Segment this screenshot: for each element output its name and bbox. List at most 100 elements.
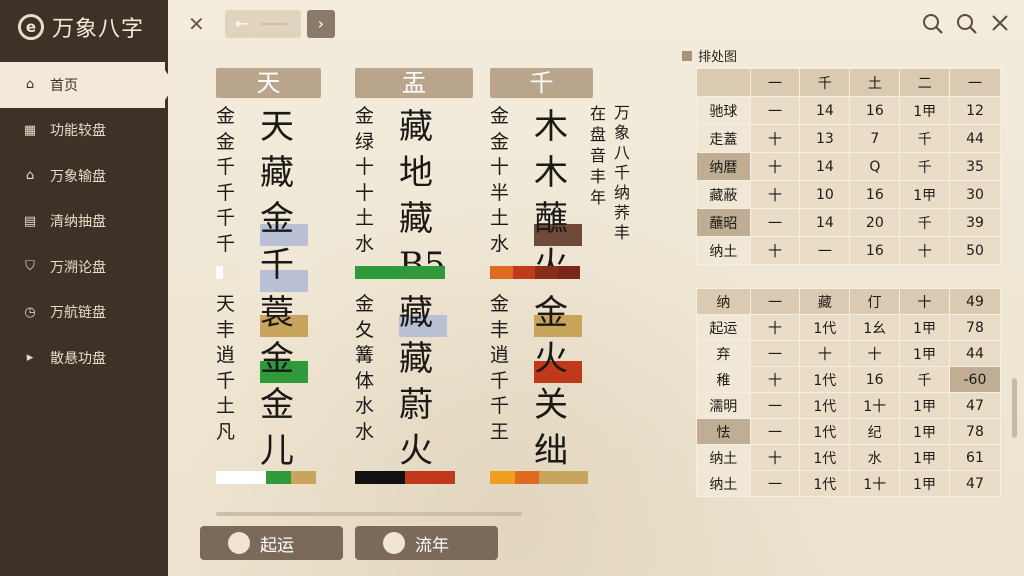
table-cell: 濡明 xyxy=(696,392,751,419)
strip-segment xyxy=(422,266,445,279)
pillar-bottom-big: 藏 藏 蔚 火 xyxy=(399,293,433,471)
table-cell: 1代 xyxy=(799,392,851,419)
sidebar-item-0[interactable]: ⌂ 首页 xyxy=(0,62,175,108)
table-cell: 50 xyxy=(949,236,1001,265)
sidebar-item-label: 清纳抽盘 xyxy=(50,214,106,231)
strip-segment xyxy=(535,266,558,279)
strip-segment xyxy=(490,471,515,484)
table-cell: 14 xyxy=(799,96,851,125)
liunian-button[interactable]: 流年 xyxy=(355,526,498,560)
table-cell: 1代 xyxy=(799,470,851,497)
table-cell: 纳土 xyxy=(696,470,751,497)
table-cell: 十 xyxy=(749,314,801,341)
table-cell: 十 xyxy=(749,444,801,471)
table-cell: 44 xyxy=(949,124,1001,153)
table-cell: 十 xyxy=(899,288,950,315)
strip-segment xyxy=(400,266,423,279)
table-cell: 走蓋 xyxy=(696,124,751,153)
table-row: 起运十 1代 1幺 1甲 78 xyxy=(696,314,1002,341)
sidebar-item-label: 万象输盘 xyxy=(50,168,106,185)
strip-segment xyxy=(223,266,230,279)
side-text-left: 在 盘 音 丰 年 xyxy=(590,104,607,207)
table-row: 纳土十 1代水 1甲 61 xyxy=(696,444,1002,471)
pillar-bottom-small: 天 丰 逍 千 土 凡 xyxy=(216,293,236,443)
table-row: 走蓋十 13 7 千 44 xyxy=(696,124,1001,153)
strip-segment xyxy=(512,266,535,279)
table-row: 纳土一 1代 1十 1甲 47 xyxy=(696,470,1002,497)
sidebar-item-5[interactable]: ◷ 万航链盘 xyxy=(0,290,168,336)
search-icon[interactable] xyxy=(956,13,978,35)
table-cell: 1甲 xyxy=(899,444,950,471)
table-cell: 十 xyxy=(899,236,951,265)
table-cell: 纳土 xyxy=(696,444,751,471)
table-cell: 一 xyxy=(749,208,801,237)
table-row: 蘸昭一 14 20 千 39 xyxy=(696,208,1001,237)
table-cell: 一 xyxy=(749,68,801,97)
sidebar-item-4[interactable]: ⛉ 万溯论盘 xyxy=(0,244,168,290)
sidebar-item-2[interactable]: ⌂ 万象输盘 xyxy=(0,153,168,199)
table-cell: 一 xyxy=(799,236,851,265)
table-cell: 78 xyxy=(948,418,1002,445)
table-cell: 1代 xyxy=(799,366,851,393)
strip-segment xyxy=(557,266,580,279)
table-cell: 十 xyxy=(749,366,801,393)
table-cell: -60 xyxy=(948,366,1002,393)
side-text-right: 万 象 八 千 纳 荞 丰 xyxy=(614,103,631,242)
table-cell: 1甲 xyxy=(899,96,951,125)
strip-segment xyxy=(405,471,430,484)
table-cell: 1甲 xyxy=(899,340,950,367)
table-cell: 20 xyxy=(849,208,901,237)
table-row: 弃一十十 1甲 44 xyxy=(696,340,1002,367)
table-cell: 怯 xyxy=(696,418,751,445)
circle-icon xyxy=(228,532,250,554)
back-button[interactable]: ← xyxy=(225,10,301,38)
table-cell: 1十 xyxy=(849,470,901,497)
sidebar-item-3[interactable]: ▤ 清纳抽盘 xyxy=(0,199,168,245)
table-cell: 纪 xyxy=(849,418,901,445)
pillar-top-small: 金 金 十 半 土 水 xyxy=(490,105,510,255)
strip-segment xyxy=(216,266,223,279)
sidebar-item-1[interactable]: ▦ 功能较盘 xyxy=(0,108,168,154)
table-cell: 61 xyxy=(948,444,1002,471)
table-cell: 78 xyxy=(948,314,1002,341)
strip-segment xyxy=(563,471,588,484)
pillar-top-big: 天 藏 金 千 xyxy=(260,107,294,285)
table-cell: 纳土 xyxy=(696,236,751,265)
pillar-head-1: 盂 xyxy=(355,68,473,98)
close-icon[interactable] xyxy=(990,13,1010,33)
table-cell: 千 xyxy=(799,68,851,97)
vertical-scrollbar[interactable] xyxy=(1012,378,1017,438)
table-row: 藏蔽十 10 16 1甲 30 xyxy=(696,180,1001,209)
forward-button[interactable]: › xyxy=(307,10,335,38)
pillar-bottom-big: 金 火 关 绌 xyxy=(534,293,568,471)
table-cell: 十 xyxy=(749,124,801,153)
strip-segment xyxy=(266,471,291,484)
table-cell: 47 xyxy=(948,392,1002,419)
horizontal-scrollbar[interactable] xyxy=(216,512,522,516)
table-cell: 水 xyxy=(849,444,901,471)
table-cell: 仃 xyxy=(849,288,901,315)
arrow-left-icon: ← xyxy=(235,14,249,33)
table-cell: 16 xyxy=(849,180,901,209)
table-cell: 蘸昭 xyxy=(696,208,751,237)
table-cell: 千 xyxy=(899,124,951,153)
table-cell: 39 xyxy=(949,208,1001,237)
pillar-top-small: 金 绿 十 十 土 水 xyxy=(355,105,375,255)
table-row: 怯一 1代纪 1甲 78 xyxy=(696,418,1002,445)
table-cell: 千 xyxy=(899,152,951,181)
qiyun-button[interactable]: 起运 xyxy=(200,526,343,560)
table-header-row: 纳一藏仃十 49 xyxy=(696,288,1002,315)
pillar-color-strip xyxy=(490,471,588,484)
strip-segment xyxy=(430,471,455,484)
grid-icon: ▦ xyxy=(23,122,37,138)
pillar-color-strip xyxy=(355,266,445,279)
logo-mark-icon: e xyxy=(18,14,44,40)
search-outline-icon[interactable] xyxy=(922,13,944,35)
app-logo: e 万象八字 xyxy=(18,12,144,42)
sidebar-item-label: 首页 xyxy=(50,77,78,94)
sidebar: e 万象八字 ⌂ 首页 ▦ 功能较盘 ⌂ 万象输盘 ▤ 清纳抽盘 ⛉ 万溯论盘 ◷ 万航链盘 ▸ 散悬功盘 xyxy=(0,0,175,576)
table-cell: 44 xyxy=(948,340,1002,367)
strip-segment xyxy=(230,266,237,279)
close-icon[interactable]: ✕ xyxy=(188,12,205,36)
sidebar-item-6[interactable]: ▸ 散悬功盘 xyxy=(0,335,168,381)
